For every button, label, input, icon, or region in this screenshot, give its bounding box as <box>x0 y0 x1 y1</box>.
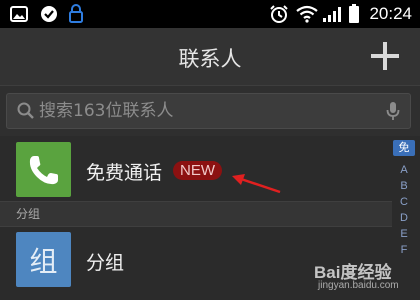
contact-list: 免费通话 NEW 分组 组 分组 <box>0 137 392 300</box>
group-avatar-char: 组 <box>29 244 58 278</box>
group-label: 分组 <box>86 252 125 274</box>
phone-icon <box>29 156 58 185</box>
battery-icon <box>349 4 359 23</box>
microphone-icon[interactable] <box>386 101 400 121</box>
wifi-icon <box>296 5 318 23</box>
lock-icon <box>69 4 83 23</box>
magnifier-icon <box>17 102 34 119</box>
status-time: 20:24 <box>369 4 412 23</box>
alphabet-index[interactable]: 免 A B C D E F <box>393 140 415 300</box>
search-input[interactable] <box>39 94 369 128</box>
status-bar: 20:24 <box>0 0 420 28</box>
free-call-label: 免费通话 <box>86 162 163 184</box>
annotation-arrow <box>232 174 281 194</box>
search-bar <box>0 86 420 136</box>
index-item-f[interactable]: F <box>393 242 415 258</box>
gallery-icon <box>10 6 28 22</box>
index-item-a[interactable]: A <box>393 162 415 178</box>
new-badge: NEW <box>173 161 222 180</box>
section-label: 分组 <box>16 207 41 221</box>
free-call-avatar <box>16 142 71 197</box>
list-item-free-call[interactable]: 免费通话 NEW <box>0 137 392 201</box>
group-avatar: 组 <box>16 232 71 287</box>
index-item-e[interactable]: E <box>393 226 415 242</box>
section-header-groups: 分组 <box>0 201 392 227</box>
index-item-c[interactable]: C <box>393 194 415 210</box>
signal-icon <box>323 7 341 22</box>
index-item-b[interactable]: B <box>393 178 415 194</box>
alarm-icon <box>270 5 288 23</box>
check-circle-icon <box>41 6 57 22</box>
plus-icon[interactable] <box>371 42 399 70</box>
page-title: 联系人 <box>178 47 242 71</box>
list-item-groups[interactable]: 组 分组 <box>0 227 392 291</box>
index-item-free[interactable]: 免 <box>393 140 415 156</box>
index-item-d[interactable]: D <box>393 210 415 226</box>
app-header: 联系人 <box>0 28 420 86</box>
search-box[interactable] <box>6 93 411 129</box>
